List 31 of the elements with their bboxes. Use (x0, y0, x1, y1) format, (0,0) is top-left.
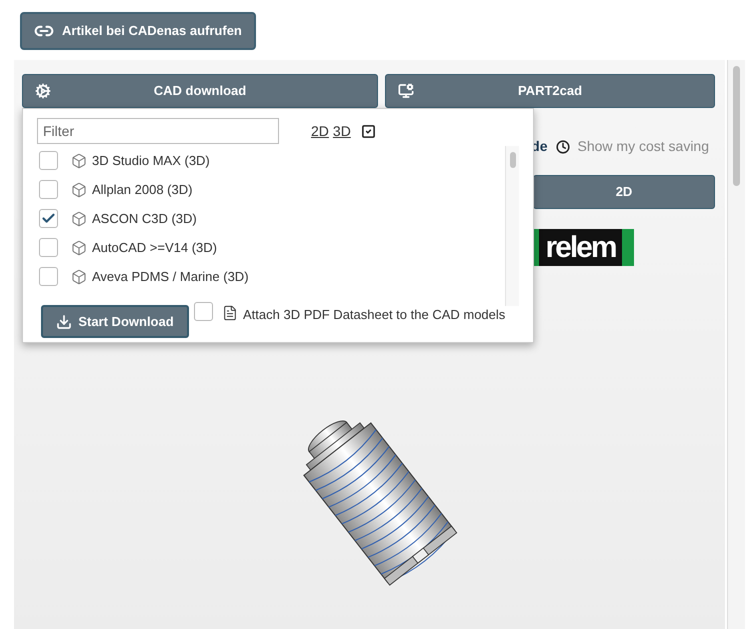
view-tab[interactable]: 2D (533, 175, 715, 209)
checkbox[interactable] (39, 238, 58, 257)
attach-pdf-label[interactable]: Attach 3D PDF Datasheet to the CAD models (243, 305, 506, 324)
pdf-file-icon (222, 305, 238, 321)
link-button[interactable]: Artikel bei CADenas aufrufen (20, 12, 256, 50)
checkbox[interactable] (194, 302, 213, 321)
format-label[interactable]: Aveva PDMS / Marine (3D) (92, 266, 249, 286)
cube-icon (71, 240, 87, 256)
type-link[interactable]: 3D (332, 120, 351, 142)
cube-icon (71, 182, 87, 198)
checkbox[interactable] (39, 180, 58, 199)
type-link[interactable]: 2D (311, 120, 329, 142)
download-icon (56, 314, 72, 330)
cube-icon (71, 210, 87, 226)
action-button[interactable]: CAD download (22, 74, 378, 108)
cube-icon (71, 268, 87, 284)
filter-field[interactable]: Filter (37, 118, 279, 144)
start-download-button[interactable]: Start Download (41, 305, 189, 338)
action-button[interactable]: PART2cad (385, 74, 715, 108)
checkbox[interactable] (39, 209, 58, 228)
clock-icon (556, 140, 570, 154)
checkbox[interactable] (39, 267, 58, 286)
monitor-gear-icon (398, 83, 414, 99)
checkbox[interactable] (39, 151, 58, 170)
format-label[interactable]: 3D Studio MAX (3D) (92, 150, 210, 170)
check-all-icon[interactable] (360, 124, 376, 138)
gear-icon (35, 83, 51, 99)
format-label[interactable]: Allplan 2008 (3D) (92, 180, 192, 200)
format-label[interactable]: ASCON C3D (3D) (92, 208, 197, 228)
cube-icon (71, 152, 87, 168)
format-label[interactable]: AutoCAD >=V14 (3D) (92, 238, 218, 258)
